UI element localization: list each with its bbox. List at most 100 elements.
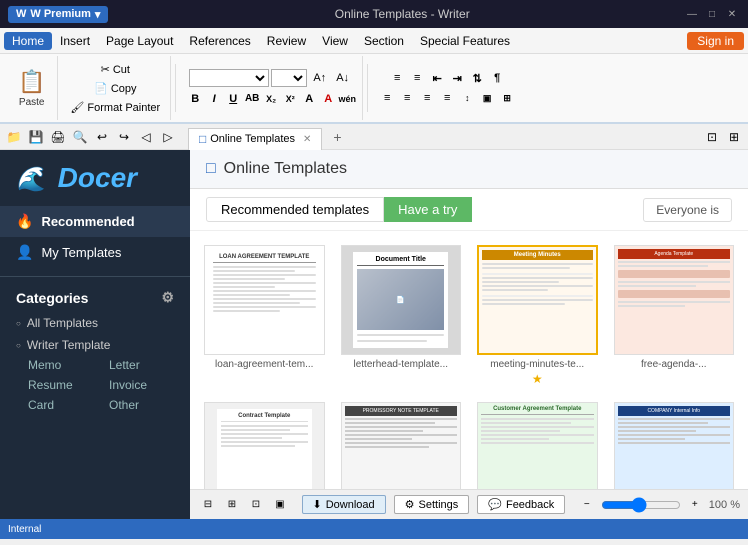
nav-left-button[interactable]: ◁ xyxy=(136,127,156,147)
template-card-company[interactable]: COMPANY Internal Info company-intro... xyxy=(612,400,737,489)
bullets-button[interactable]: ≡ xyxy=(388,69,406,87)
paste-button[interactable]: 📋 Paste xyxy=(12,65,51,112)
sort-button[interactable]: ⇅ xyxy=(468,69,486,87)
italic-button[interactable]: I xyxy=(205,90,223,108)
cat-link-invoice[interactable]: Invoice xyxy=(109,376,174,394)
superscript-button[interactable]: X² xyxy=(281,90,299,108)
menu-home[interactable]: Home xyxy=(4,32,52,50)
bold-button[interactable]: B xyxy=(186,90,204,108)
highlight-button[interactable]: A xyxy=(300,90,318,108)
print-preview-button[interactable]: 🔍 xyxy=(70,127,90,147)
font-family-select[interactable] xyxy=(189,69,269,87)
feedback-button[interactable]: 💬 Feedback xyxy=(477,495,565,514)
view-mode-2-button[interactable]: ⊞ xyxy=(222,495,242,515)
cat-link-card[interactable]: Card xyxy=(28,396,93,414)
font-size-select[interactable] xyxy=(271,69,307,87)
template-filters: Recommended templates Have a try Everyon… xyxy=(190,189,748,231)
show-marks-button[interactable]: ¶ xyxy=(488,69,506,87)
close-button[interactable]: ✕ xyxy=(724,6,740,22)
menu-review[interactable]: Review xyxy=(259,32,314,50)
sidebar-toggle-button[interactable]: ⊡ xyxy=(702,127,722,147)
template-card-minutes[interactable]: Meeting Minutes meeting-minutes-te... xyxy=(475,243,600,388)
template-name-letterhead: letterhead-template... xyxy=(341,355,462,372)
premium-button[interactable]: W W Premium ▾ xyxy=(8,6,108,23)
expand-button[interactable]: ⊞ xyxy=(724,127,744,147)
template-card-agenda[interactable]: Agenda Template free-agenda-... xyxy=(612,243,737,388)
filter-tab-recommended[interactable]: Recommended templates xyxy=(206,197,384,222)
ribbon-divider-2 xyxy=(367,64,368,112)
print-button[interactable]: 🖨 xyxy=(48,127,68,147)
font-size-decrease-button[interactable]: A↓ xyxy=(332,70,353,86)
cat-link-memo[interactable]: Memo xyxy=(28,356,93,374)
sidebar-item-my-templates[interactable]: 👤 My Templates xyxy=(0,237,190,268)
menu-page-layout[interactable]: Page Layout xyxy=(98,32,181,50)
gear-icon[interactable]: ⚙ xyxy=(161,289,174,306)
cat-link-resume[interactable]: Resume xyxy=(28,376,93,394)
font-color-button[interactable]: A xyxy=(319,90,337,108)
sidebar-divider xyxy=(0,276,190,277)
settings-button[interactable]: ⚙ Settings xyxy=(394,495,470,514)
menu-special-features[interactable]: Special Features xyxy=(412,32,518,50)
template-card-customer[interactable]: Customer Agreement Template customer-agr… xyxy=(475,400,600,489)
zoom-slider[interactable] xyxy=(601,499,681,511)
nav-right-button[interactable]: ▷ xyxy=(158,127,178,147)
undo-button[interactable]: ↩ xyxy=(92,127,112,147)
template-card-loan[interactable]: LOAN AGREEMENT TEMPLATE xyxy=(202,243,327,388)
template-card-letterhead[interactable]: Document Title 📄 letterhead-template... xyxy=(339,243,464,388)
fire-icon: 🔥 xyxy=(16,213,33,230)
copy-button[interactable]: 📄 Copy xyxy=(90,80,140,97)
template-thumb-doc2: Contract Template xyxy=(204,402,325,489)
view-mode-1-button[interactable]: ⊟ xyxy=(198,495,218,515)
wuen-button[interactable]: wén xyxy=(338,90,356,108)
subscript-button[interactable]: X₂ xyxy=(262,90,280,108)
sign-in-button[interactable]: Sign in xyxy=(687,32,744,50)
filter-tab-have-a-try[interactable]: Have a try xyxy=(384,197,472,222)
cat-link-other[interactable]: Other xyxy=(109,396,174,414)
template-card-promo[interactable]: PROMISSORY NOTE TEMPLATE promotional-not… xyxy=(339,400,464,489)
borders-button[interactable]: ⊞ xyxy=(498,89,516,107)
template-name-agenda: free-agenda-... xyxy=(614,355,735,372)
maximize-button[interactable]: □ xyxy=(704,6,720,22)
cut-button[interactable]: ✂ Cut xyxy=(97,61,134,78)
align-center-button[interactable]: ≡ xyxy=(398,89,416,107)
paste-icon: 📋 xyxy=(18,69,45,95)
outdent-button[interactable]: ⇤ xyxy=(428,69,446,87)
menu-references[interactable]: References xyxy=(181,32,258,50)
sidebar-item-recommended[interactable]: 🔥 Recommended xyxy=(0,206,190,237)
justify-button[interactable]: ≡ xyxy=(438,89,456,107)
sidebar-item-writer-template[interactable]: ○ Writer Template xyxy=(16,334,174,356)
menu-section[interactable]: Section xyxy=(356,32,412,50)
template-card-doc2[interactable]: Contract Template contract-template... xyxy=(202,400,327,489)
status-bar: Internal xyxy=(0,519,748,539)
cat-link-letter[interactable]: Letter xyxy=(109,356,174,374)
main-area: 🌊 Docer 🔥 Recommended 👤 My Templates Cat… xyxy=(0,150,748,519)
shading-button[interactable]: ▣ xyxy=(478,89,496,107)
view-mode-3-button[interactable]: ⊡ xyxy=(246,495,266,515)
add-tab-button[interactable]: + xyxy=(326,126,348,148)
save-button[interactable]: 💾 xyxy=(26,127,46,147)
minimize-button[interactable]: — xyxy=(684,6,700,22)
template-thumb-loan: LOAN AGREEMENT TEMPLATE xyxy=(204,245,325,355)
line-spacing-button[interactable]: ↕ xyxy=(458,89,476,107)
align-right-button[interactable]: ≡ xyxy=(418,89,436,107)
strikethrough-button[interactable]: AB xyxy=(243,90,261,108)
zoom-out-button[interactable]: − xyxy=(577,495,597,515)
indent-button[interactable]: ⇥ xyxy=(448,69,466,87)
menu-insert[interactable]: Insert xyxy=(52,32,98,50)
download-button[interactable]: ⬇ Download xyxy=(302,495,386,514)
everyone-badge[interactable]: Everyone is xyxy=(643,198,732,222)
numbering-button[interactable]: ≡ xyxy=(408,69,426,87)
format-painter-button[interactable]: 🖌 Format Painter xyxy=(66,99,164,116)
underline-button[interactable]: U xyxy=(224,90,242,108)
online-templates-tab[interactable]: □ Online Templates ✕ xyxy=(188,128,322,150)
redo-button[interactable]: ↪ xyxy=(114,127,134,147)
tab-close-button[interactable]: ✕ xyxy=(303,134,311,145)
view-mode-4-button[interactable]: ▣ xyxy=(270,495,290,515)
menu-view[interactable]: View xyxy=(314,32,356,50)
zoom-in-button[interactable]: + xyxy=(685,495,705,515)
align-left-button[interactable]: ≡ xyxy=(378,89,396,107)
docer-icon: 🌊 xyxy=(16,166,46,193)
font-size-increase-button[interactable]: A↑ xyxy=(309,70,330,86)
sidebar-item-all-templates[interactable]: ○ All Templates xyxy=(16,312,174,334)
folder-button[interactable]: 📁 xyxy=(4,127,24,147)
